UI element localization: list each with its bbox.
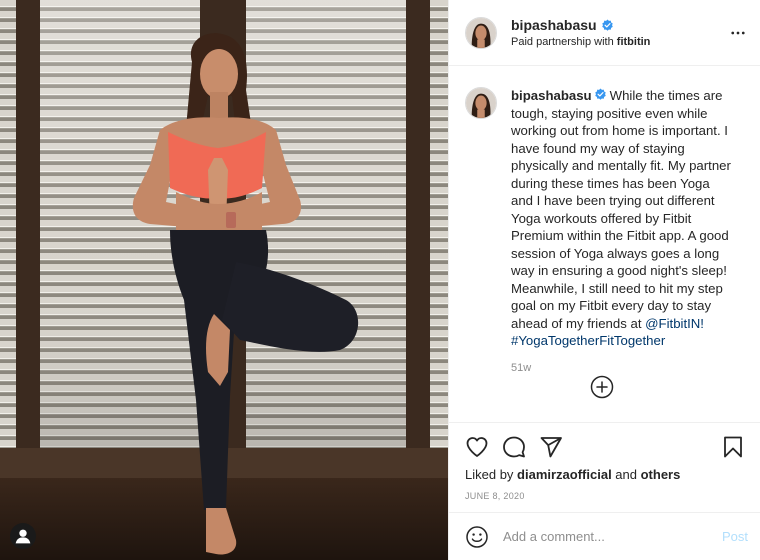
liked-by-others-link[interactable]: others <box>641 467 681 482</box>
paid-partnership-label: Paid partnership with fitbitin <box>511 36 650 48</box>
hashtag-link[interactable]: #YogaTogetherFitTogether <box>511 333 665 348</box>
comment-bubble-icon[interactable] <box>502 435 526 459</box>
add-comment-bar: Post <box>449 512 760 560</box>
post-photo[interactable] <box>0 0 448 560</box>
post-comment-button[interactable]: Post <box>722 529 748 544</box>
comment-input[interactable] <box>503 529 713 544</box>
liked-by: Liked by diamirzaofficial and others <box>465 467 745 482</box>
post-username[interactable]: bipashabasu <box>511 17 597 33</box>
paper-plane-icon[interactable] <box>539 435 563 459</box>
plus-circle-icon[interactable] <box>590 375 614 399</box>
yoga-photo <box>0 0 448 560</box>
liked-by-and: and <box>611 467 641 482</box>
mention-link[interactable]: @FitbitIN! <box>645 316 704 331</box>
instagram-post: bipashabasu Paid partnership with fitbit… <box>0 0 760 560</box>
verified-badge-icon <box>601 19 613 31</box>
caption-time-ago: 51w <box>511 361 532 374</box>
caption-avatar[interactable] <box>465 87 497 119</box>
liked-by-user-link[interactable]: diamirzaofficial <box>517 467 612 482</box>
post-header: bipashabasu Paid partnership with fitbit… <box>449 0 760 66</box>
smiley-icon[interactable] <box>465 525 489 549</box>
post-date[interactable]: JUNE 8, 2020 <box>465 491 745 501</box>
header-text: bipashabasu Paid partnership with fitbit… <box>511 17 650 48</box>
partnership-prefix: Paid partnership with <box>511 36 617 48</box>
post-actions: Liked by diamirzaofficial and others JUN… <box>449 422 760 512</box>
more-options-icon <box>731 31 745 35</box>
verified-badge-icon <box>594 88 606 100</box>
post-sidebar: bipashabasu Paid partnership with fitbit… <box>448 0 760 560</box>
caption-body-text: While the times are tough, staying posit… <box>511 88 731 331</box>
partner-link[interactable]: fitbitin <box>617 36 651 48</box>
action-bar <box>465 423 745 469</box>
bookmark-icon[interactable] <box>721 435 745 459</box>
liked-by-prefix: Liked by <box>465 467 518 482</box>
username-row: bipashabasu <box>511 17 650 33</box>
heart-icon[interactable] <box>465 435 489 459</box>
more-options-button[interactable] <box>727 22 749 44</box>
caption: bipashabasu While the times are tough, st… <box>465 87 745 350</box>
comments-section: bipashabasu While the times are tough, st… <box>449 66 760 422</box>
caption-username[interactable]: bipashabasu <box>511 88 592 103</box>
user-tag-icon[interactable] <box>10 523 36 549</box>
avatar[interactable] <box>465 16 497 49</box>
caption-text: bipashabasu While the times are tough, st… <box>511 87 733 350</box>
